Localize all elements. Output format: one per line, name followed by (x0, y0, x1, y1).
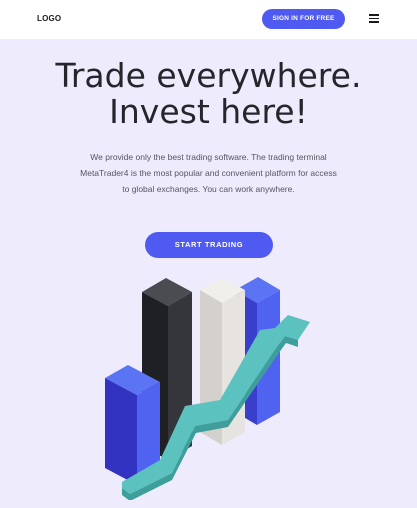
hero-title-line-1: Trade everywhere. (55, 56, 362, 95)
hero-title-line-2: Invest here! (109, 92, 308, 131)
hamburger-icon[interactable] (369, 14, 379, 23)
logo[interactable]: LOGO (37, 14, 61, 23)
trading-illustration (105, 277, 310, 500)
header: LOGO SIGN IN FOR FREE (0, 0, 417, 39)
sign-in-button[interactable]: SIGN IN FOR FREE (262, 9, 345, 29)
hero-title: Trade everywhere. Invest here! (0, 58, 417, 130)
hero-description: We provide only the best trading softwar… (80, 152, 337, 194)
start-trading-button[interactable]: START TRADING (145, 232, 273, 258)
